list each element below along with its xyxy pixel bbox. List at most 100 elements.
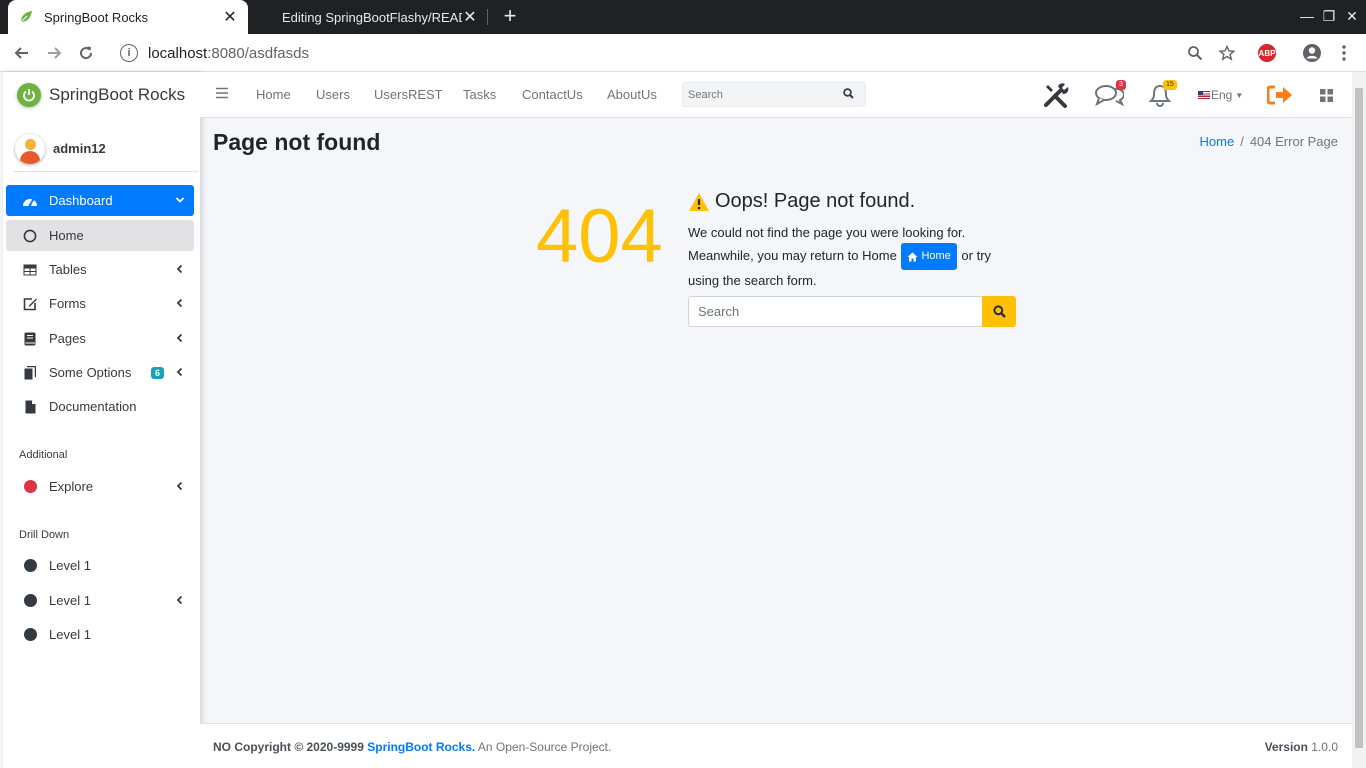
sidebar-item-label: Level 1 xyxy=(49,593,91,608)
site-info-icon[interactable]: i xyxy=(120,44,138,62)
username: admin12 xyxy=(53,141,106,156)
footer-brand-link[interactable]: SpringBoot Rocks. xyxy=(367,740,475,754)
version-label: Version xyxy=(1264,740,1308,754)
search-icon[interactable] xyxy=(833,87,863,102)
chevron-left-icon xyxy=(172,297,188,311)
bookmark-star-icon[interactable] xyxy=(1216,42,1238,64)
footer-version: Version 1.0.0 xyxy=(1265,740,1338,754)
sidebar-item-documentation[interactable]: Documentation xyxy=(6,391,194,422)
new-tab-button[interactable]: + xyxy=(498,5,522,29)
sidebar-item-level-1[interactable]: Level 1 xyxy=(6,619,194,650)
grid-icon[interactable] xyxy=(1316,82,1336,108)
home-button-label: Home xyxy=(921,250,951,262)
home-button[interactable]: Home xyxy=(901,243,957,270)
user-panel[interactable]: admin12 xyxy=(13,126,198,172)
main-header: Home Users UsersREST Tasks ContactUs Abo… xyxy=(200,72,1352,118)
nav-link-about-us[interactable]: AboutUs xyxy=(607,87,657,102)
url-host: localhost xyxy=(148,44,208,62)
close-tab-icon[interactable]: ✕ xyxy=(462,7,478,27)
home-icon xyxy=(907,252,918,262)
tab-title: SpringBoot Rocks xyxy=(44,9,149,25)
caret-down-icon: ▼ xyxy=(1235,90,1244,100)
sidebar-item-explore[interactable]: Explore xyxy=(6,471,194,502)
sidebar-item-label: Documentation xyxy=(49,399,137,414)
copy-icon xyxy=(22,365,38,381)
close-tab-icon[interactable]: ✕ xyxy=(222,7,238,27)
footer: NO Copyright © 2020-9999 SpringBoot Rock… xyxy=(200,723,1352,768)
error-message: We could not find the page you were look… xyxy=(688,222,1008,291)
browser-tab-active[interactable]: SpringBoot Rocks ✕ xyxy=(8,0,248,34)
sidebar-item-dashboard[interactable]: Dashboard xyxy=(6,185,194,216)
sidebar-item-label: Level 1 xyxy=(49,558,91,573)
language-dropdown[interactable]: Eng ▼ xyxy=(1198,88,1243,102)
chevron-left-icon xyxy=(172,480,188,494)
options-count-badge: 6 xyxy=(150,366,164,379)
menu-kebab-icon[interactable] xyxy=(1333,42,1355,64)
sidebar-item-label: Pages xyxy=(49,331,86,346)
profile-icon[interactable] xyxy=(1301,42,1323,64)
back-icon[interactable] xyxy=(9,40,35,66)
footer-copyright: NO Copyright © 2020-9999 SpringBoot Rock… xyxy=(213,740,611,754)
nav-link-contact-us[interactable]: ContactUs xyxy=(522,87,583,102)
close-window-icon[interactable]: ✕ xyxy=(1343,8,1361,25)
error-code: 404 xyxy=(536,194,663,279)
sidebar-item-label: Tables xyxy=(49,262,87,277)
sidebar-item-forms[interactable]: Forms xyxy=(6,288,194,319)
browser-toolbar: i localhost:8080/asdfasds ABP xyxy=(0,34,1366,72)
nav-header-additional: Additional xyxy=(19,449,68,461)
circle-outline-icon xyxy=(22,228,38,244)
breadcrumb-home-link[interactable]: Home xyxy=(1200,134,1235,149)
power-logo-icon xyxy=(17,83,41,107)
brand-name: SpringBoot Rocks xyxy=(49,85,186,104)
sidebar-item-tables[interactable]: Tables xyxy=(6,254,194,285)
sidebar-item-label: Dashboard xyxy=(49,193,113,208)
copyright-text: NO Copyright © 2020-9999 xyxy=(213,740,364,754)
breadcrumb: Home/404 Error Page xyxy=(1199,134,1338,149)
forward-icon[interactable] xyxy=(41,40,67,66)
footer-tagline: An Open-Source Project. xyxy=(477,740,612,754)
navbar-search-input[interactable] xyxy=(683,88,833,101)
sidebar-item-some-options[interactable]: Some Options 6 xyxy=(6,357,194,388)
nav-link-home[interactable]: Home xyxy=(256,87,291,102)
page-title: Page not found xyxy=(213,129,381,155)
error-search-input[interactable] xyxy=(688,296,982,327)
error-line-3: using the search form. xyxy=(688,273,817,288)
nav-link-users[interactable]: Users xyxy=(316,87,350,102)
browser-tabstrip: SpringBoot Rocks ✕ Editing SpringBootFla… xyxy=(0,0,1366,34)
sidebar-item-label: Level 1 xyxy=(49,627,91,642)
sidebar: SpringBoot Rocks admin12 Dashboard Home … xyxy=(3,72,200,768)
chevron-down-icon xyxy=(172,194,188,208)
error-title-row: Oops! Page not found. xyxy=(688,190,915,213)
messages-icon[interactable]: 3 xyxy=(1092,80,1126,108)
zoom-icon[interactable] xyxy=(1184,42,1206,64)
book-icon xyxy=(22,331,38,347)
sidebar-item-level-1[interactable]: Level 1 xyxy=(6,550,194,581)
warning-triangle-icon xyxy=(688,192,710,212)
reload-icon[interactable] xyxy=(73,40,99,66)
search-icon xyxy=(992,305,1006,318)
scrollbar-thumb[interactable] xyxy=(1355,88,1363,748)
tab-separator xyxy=(487,9,488,25)
sidebar-item-label: Some Options xyxy=(49,365,132,380)
error-search-button[interactable] xyxy=(982,296,1016,327)
nav-link-tasks[interactable]: Tasks xyxy=(463,87,496,102)
restore-icon[interactable]: ❐ xyxy=(1320,8,1338,25)
brand-link[interactable]: SpringBoot Rocks xyxy=(3,72,200,118)
sidebar-item-pages[interactable]: Pages xyxy=(6,323,194,354)
minimize-icon[interactable]: — xyxy=(1298,8,1316,24)
browser-tab-inactive[interactable]: Editing SpringBootFlashy/READ ✕ xyxy=(260,0,488,34)
bell-icon[interactable]: 15 xyxy=(1146,80,1177,108)
version-number: 1.0.0 xyxy=(1311,740,1338,754)
tools-icon[interactable] xyxy=(1042,82,1072,108)
adblock-icon[interactable]: ABP xyxy=(1258,44,1276,62)
circle-red-icon xyxy=(22,479,38,495)
sidebar-item-home[interactable]: Home xyxy=(6,220,194,251)
sign-out-icon[interactable] xyxy=(1266,82,1294,108)
chevron-left-icon xyxy=(172,263,188,277)
error-search-form xyxy=(688,296,1016,327)
sidebar-item-level-1[interactable]: Level 1 xyxy=(6,585,194,616)
hamburger-menu-icon[interactable] xyxy=(216,86,228,104)
page-scrollbar[interactable] xyxy=(1352,72,1366,768)
address-bar[interactable]: i localhost:8080/asdfasds xyxy=(110,38,1250,68)
nav-link-users-rest[interactable]: UsersREST xyxy=(374,87,443,102)
